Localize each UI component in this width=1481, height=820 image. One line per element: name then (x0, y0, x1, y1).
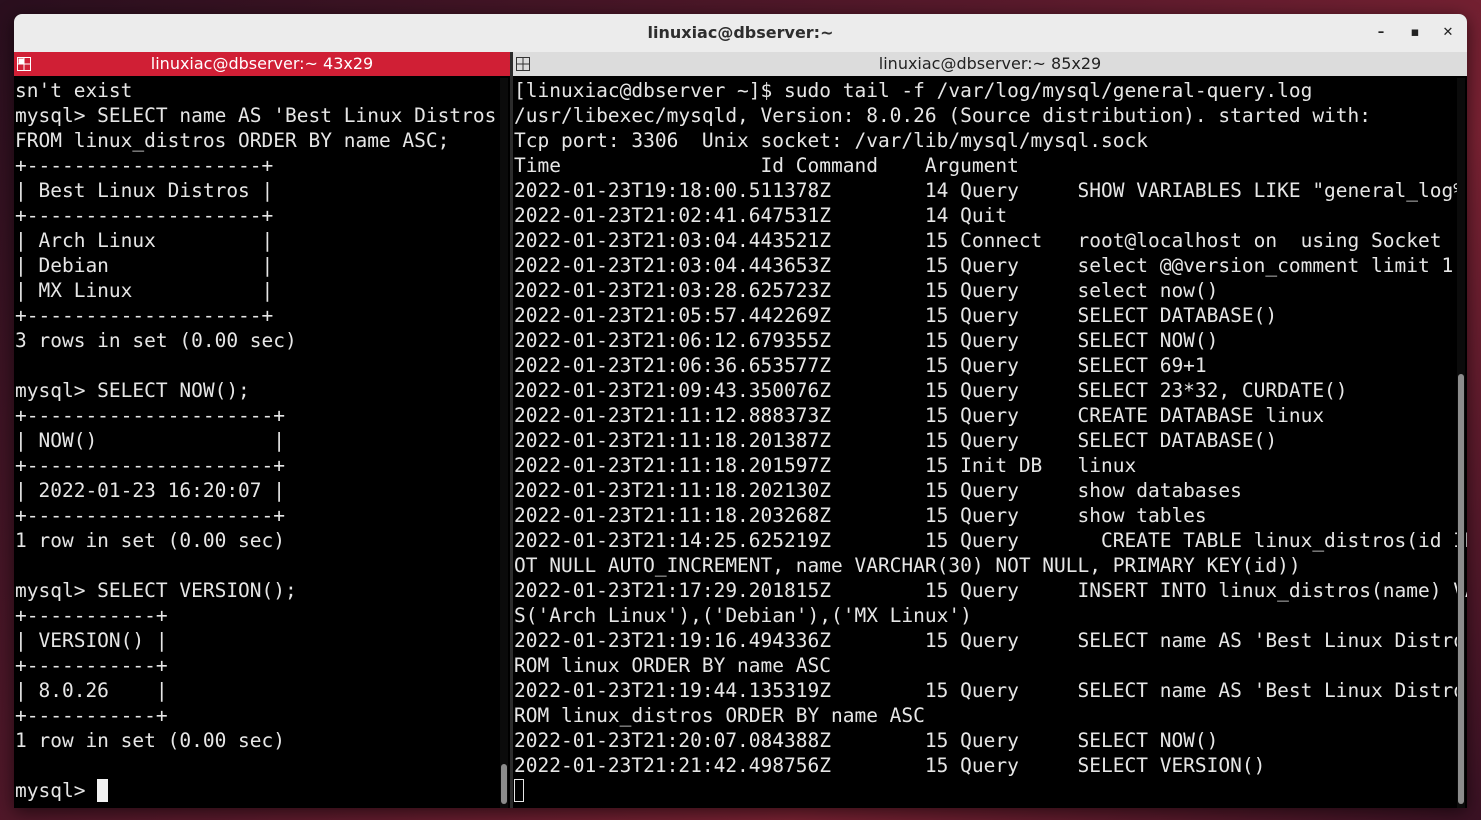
left-terminal-pane[interactable]: linuxiac@dbserver:~ 43x29 sn't exist mysq… (14, 52, 510, 808)
terminal-line: mysql> SELECT VERSION(); (15, 579, 297, 602)
left-pane-header[interactable]: linuxiac@dbserver:~ 43x29 (14, 52, 510, 76)
terminal-line: +--------------------+ (15, 204, 274, 227)
terminal-line: 1 row in set (0.00 sec) (15, 729, 286, 752)
terminal-line: +-----------+ (15, 604, 168, 627)
terminal-line: mysql> SELECT NOW(); (15, 379, 250, 402)
prompt-line[interactable]: mysql> (15, 778, 508, 803)
terminal-line: | 8.0.26 | (15, 679, 168, 702)
terminal-line: | Arch Linux | (15, 229, 274, 252)
log-line: 2022-01-23T21:11:18.201387Z 15 Query SEL… (514, 429, 1278, 452)
log-line: 2022-01-23T21:20:07.084388Z 15 Query SEL… (514, 729, 1219, 752)
terminal-line: | VERSION() | (15, 629, 168, 652)
terminal-line: +--------------------+ (15, 154, 274, 177)
terminal-line: +---------------------+ (15, 454, 286, 477)
log-line: 2022-01-23T21:05:57.442269Z 15 Query SEL… (514, 304, 1278, 327)
log-line: 2022-01-23T19:18:00.511378Z 14 Query SHO… (514, 179, 1467, 202)
terminal-line: +---------------------+ (15, 404, 286, 427)
right-scrollbar-thumb[interactable] (1458, 374, 1464, 804)
log-line: 2022-01-23T21:11:18.201597Z 15 Init DB l… (514, 454, 1137, 477)
left-scrollbar-thumb[interactable] (501, 764, 507, 804)
terminal-line: +--------------------+ (15, 304, 274, 327)
text-cursor (97, 779, 109, 802)
terminal-line: FROM linux_distros ORDER BY name ASC; (15, 129, 450, 152)
terminal-line: +---------------------+ (15, 504, 286, 527)
log-line: OT NULL AUTO_INCREMENT, name VARCHAR(30)… (514, 554, 1301, 577)
terminal-line: mysql> SELECT name AS 'Best Linux Distro… (15, 104, 509, 127)
log-line: /usr/libexec/mysqld, Version: 8.0.26 (So… (514, 104, 1372, 127)
close-button[interactable]: ✕ (1438, 23, 1458, 43)
window-title: linuxiac@dbserver:~ (647, 23, 834, 42)
left-pane-title: linuxiac@dbserver:~ 43x29 (150, 54, 374, 73)
log-line: 2022-01-23T21:14:25.625219Z 15 Query CRE… (514, 529, 1467, 552)
log-line: 2022-01-23T21:03:04.443521Z 15 Connect r… (514, 229, 1442, 252)
terminal-line: +-----------+ (15, 704, 168, 727)
log-line: S('Arch Linux'),('Debian'),('MX Linux') (514, 604, 972, 627)
log-line: 2022-01-23T21:19:44.135319Z 15 Query SEL… (514, 679, 1467, 702)
log-line: 2022-01-23T21:03:04.443653Z 15 Query sel… (514, 254, 1454, 277)
log-line: 2022-01-23T21:11:18.202130Z 15 Query sho… (514, 479, 1242, 502)
log-line: 2022-01-23T21:06:12.679355Z 15 Query SEL… (514, 329, 1219, 352)
log-line: 2022-01-23T21:11:18.203268Z 15 Query sho… (514, 504, 1207, 527)
log-line: 2022-01-23T21:17:29.201815Z 15 Query INS… (514, 579, 1467, 602)
terminal-line: 1 row in set (0.00 sec) (15, 529, 286, 552)
right-pane-title: linuxiac@dbserver:~ 85x29 (878, 54, 1102, 73)
terminal-line: | MX Linux | (15, 279, 274, 302)
right-terminal-pane[interactable]: linuxiac@dbserver:~ 85x29 [linuxiac@dbse… (513, 52, 1467, 808)
text-cursor (514, 779, 524, 802)
log-line: 2022-01-23T21:03:28.625723Z 15 Query sel… (514, 279, 1219, 302)
log-line: 2022-01-23T21:19:16.494336Z 15 Query SEL… (514, 629, 1467, 652)
mysql-prompt: mysql> (15, 779, 98, 802)
terminal-line: | 2022-01-23 16:20:07 | (15, 479, 286, 502)
terminal-line: 3 rows in set (0.00 sec) (15, 329, 297, 352)
log-line: ROM linux ORDER BY name ASC (514, 654, 831, 677)
split-terminal-icon[interactable] (17, 57, 31, 71)
right-scrollbar[interactable] (1457, 78, 1465, 808)
log-line: 2022-01-23T21:02:41.647531Z 14 Quit (514, 204, 1008, 227)
split-terminal-icon[interactable] (516, 57, 530, 71)
log-line: 2022-01-23T21:11:12.888373Z 15 Query CRE… (514, 404, 1325, 427)
log-line: 2022-01-23T21:21:42.498756Z 15 Query SEL… (514, 754, 1266, 777)
terminal-line: | Best Linux Distros | (15, 179, 274, 202)
right-pane-header[interactable]: linuxiac@dbserver:~ 85x29 (513, 52, 1467, 76)
window-titlebar[interactable]: linuxiac@dbserver:~ – ▪ ✕ (14, 14, 1467, 53)
cursor-line[interactable] (514, 778, 1467, 803)
terminal-line: | NOW() | (15, 429, 286, 452)
terminal-window: linuxiac@dbserver:~ – ▪ ✕ linuxiac@dbser… (14, 14, 1467, 808)
log-line: Tcp port: 3306 Unix socket: /var/lib/mys… (514, 129, 1148, 152)
maximize-button[interactable]: ▪ (1405, 23, 1425, 43)
terminal-line: +-----------+ (15, 654, 168, 677)
log-line: ROM linux_distros ORDER BY name ASC (514, 704, 925, 727)
left-terminal-output[interactable]: sn't exist mysql> SELECT name AS 'Best Li… (15, 78, 508, 803)
log-line: Time Id Command Argument (514, 154, 1019, 177)
log-line: 2022-01-23T21:09:43.350076Z 15 Query SEL… (514, 379, 1348, 402)
terminal-line: sn't exist (15, 79, 133, 102)
right-terminal-output[interactable]: [linuxiac@dbserver ~]$ sudo tail -f /var… (514, 78, 1467, 803)
log-line: 2022-01-23T21:06:36.653577Z 15 Query SEL… (514, 354, 1207, 377)
minimize-button[interactable]: – (1371, 23, 1391, 43)
terminal-line: | Debian | (15, 254, 274, 277)
left-scrollbar[interactable] (500, 78, 508, 808)
log-line: [linuxiac@dbserver ~]$ sudo tail -f /var… (514, 79, 1313, 102)
